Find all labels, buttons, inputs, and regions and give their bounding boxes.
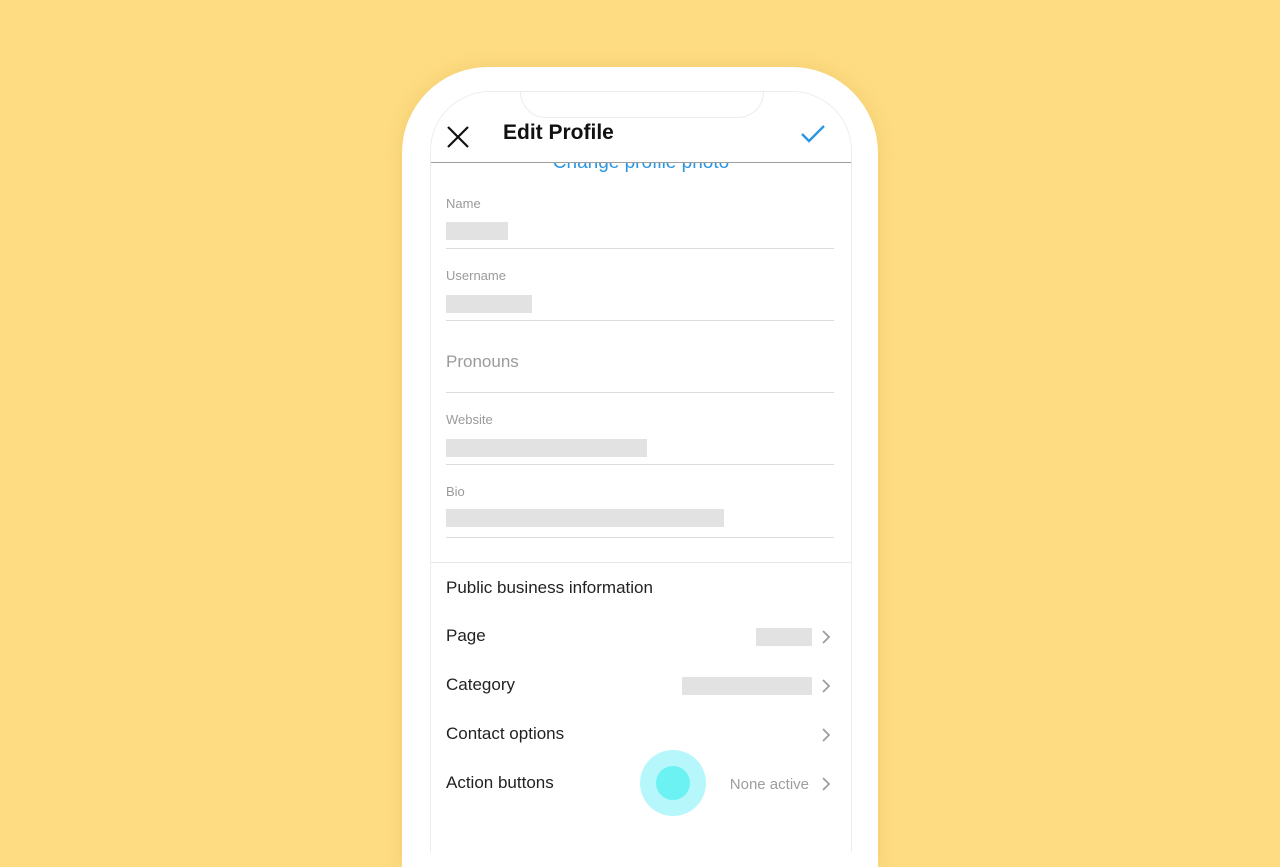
- row-contact-options[interactable]: Contact options: [446, 715, 836, 755]
- confirm-button[interactable]: [799, 122, 827, 146]
- row-category-value: [682, 677, 812, 695]
- chevron-right-icon: [822, 728, 831, 742]
- pronouns-field[interactable]: Pronouns: [446, 340, 834, 393]
- business-section-title: Public business information: [446, 578, 653, 597]
- checkmark-icon: [801, 125, 825, 143]
- pronouns-placeholder: Pronouns: [446, 352, 519, 371]
- touch-indicator: [640, 750, 706, 816]
- chevron-right-icon: [822, 777, 831, 791]
- bio-value: [446, 509, 724, 527]
- phone-frame: Edit Profile Change profile photo Name U…: [402, 67, 878, 867]
- row-page-value: [756, 628, 812, 646]
- row-contact-options-label: Contact options: [446, 724, 565, 743]
- close-icon: [447, 126, 469, 148]
- row-page[interactable]: Page: [446, 617, 836, 657]
- chevron-right-icon: [822, 679, 831, 693]
- username-label: Username: [446, 268, 506, 283]
- row-page-label: Page: [446, 626, 486, 645]
- chevron-right-icon: [822, 630, 831, 644]
- phone-notch: [520, 92, 764, 118]
- username-value: [446, 295, 532, 313]
- name-field[interactable]: Name: [446, 196, 834, 249]
- website-value: [446, 439, 647, 457]
- website-label: Website: [446, 412, 493, 427]
- row-action-buttons-value: None active: [729, 776, 809, 793]
- touch-indicator-center: [656, 766, 690, 800]
- bio-field[interactable]: Bio: [446, 484, 834, 538]
- row-category[interactable]: Category: [446, 666, 836, 706]
- name-label: Name: [446, 196, 481, 211]
- close-button[interactable]: [445, 124, 471, 150]
- phone-screen: Edit Profile Change profile photo Name U…: [430, 91, 852, 852]
- username-field[interactable]: Username: [446, 268, 834, 321]
- website-field[interactable]: Website: [446, 412, 834, 465]
- page-title: Edit Profile: [503, 121, 614, 144]
- section-divider: [431, 562, 851, 563]
- row-category-label: Category: [446, 675, 515, 694]
- row-action-buttons-label: Action buttons: [446, 773, 554, 792]
- name-value: [446, 222, 508, 240]
- bio-label: Bio: [446, 484, 465, 499]
